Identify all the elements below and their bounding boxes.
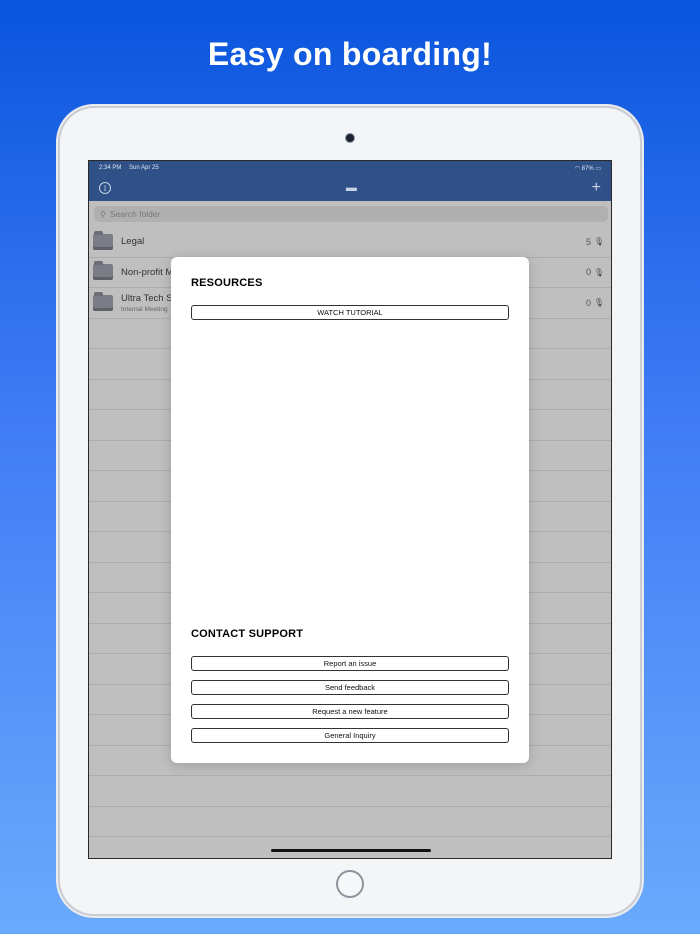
recording-count: 0 <box>585 297 591 308</box>
search-icon: ⚲ <box>100 209 106 219</box>
request-feature-button[interactable]: Request a new feature <box>191 704 509 719</box>
folder-icon <box>93 230 113 250</box>
microphone-icon: 🎙 <box>593 267 604 277</box>
general-inquiry-button[interactable]: General Inquiry <box>191 728 509 743</box>
microphone-icon: 🎙 <box>593 237 604 247</box>
add-folder-icon[interactable]: + <box>592 180 601 196</box>
send-feedback-button[interactable]: Send feedback <box>191 680 509 695</box>
report-issue-button[interactable]: Report an issue <box>191 656 509 671</box>
resources-modal: RESOURCES WATCH TUTORIAL CONTACT SUPPORT… <box>171 257 529 763</box>
status-date: Sun Apr 25 <box>129 165 159 171</box>
recording-count: 5 <box>585 236 591 247</box>
home-button[interactable] <box>336 870 364 898</box>
folder-name: Non-profit M <box>121 266 174 278</box>
info-icon[interactable]: i <box>99 182 111 194</box>
search-placeholder: Search folder <box>109 209 161 219</box>
empty-row <box>89 776 611 807</box>
status-time: 2:34 PM <box>99 165 122 171</box>
resources-title: RESOURCES <box>191 277 263 289</box>
nav-bar: i ▬ + <box>89 175 611 201</box>
folder-icon <box>93 291 113 311</box>
folder-name: Ultra Tech St <box>121 292 176 304</box>
search-input[interactable]: ⚲ Search folder <box>94 206 608 222</box>
empty-row <box>89 807 611 837</box>
home-indicator[interactable] <box>271 849 431 852</box>
folder-name: Legal <box>121 236 145 248</box>
folder-subtitle: Internal Meeting <box>121 305 168 313</box>
empty-row <box>89 837 611 858</box>
status-bar: 2:34 PM Sun Apr 25 ◠ 87% ▭ <box>89 161 611 175</box>
camera-icon <box>346 134 354 142</box>
wifi-icon: ◠ <box>574 165 580 172</box>
microphone-icon: 🎙 <box>593 298 604 308</box>
battery-percent: 87% <box>581 165 594 172</box>
folder-icon <box>93 261 113 281</box>
folder-icon[interactable]: ▬ <box>346 182 357 194</box>
contact-support-title: CONTACT SUPPORT <box>191 628 304 640</box>
headline: Easy on boarding! <box>207 36 493 72</box>
battery-icon: ▭ <box>595 165 601 172</box>
list-item[interactable]: Legal 5 🎙 <box>89 227 611 258</box>
watch-tutorial-button[interactable]: WATCH TUTORIAL <box>191 305 509 320</box>
recording-count: 0 <box>585 267 591 278</box>
